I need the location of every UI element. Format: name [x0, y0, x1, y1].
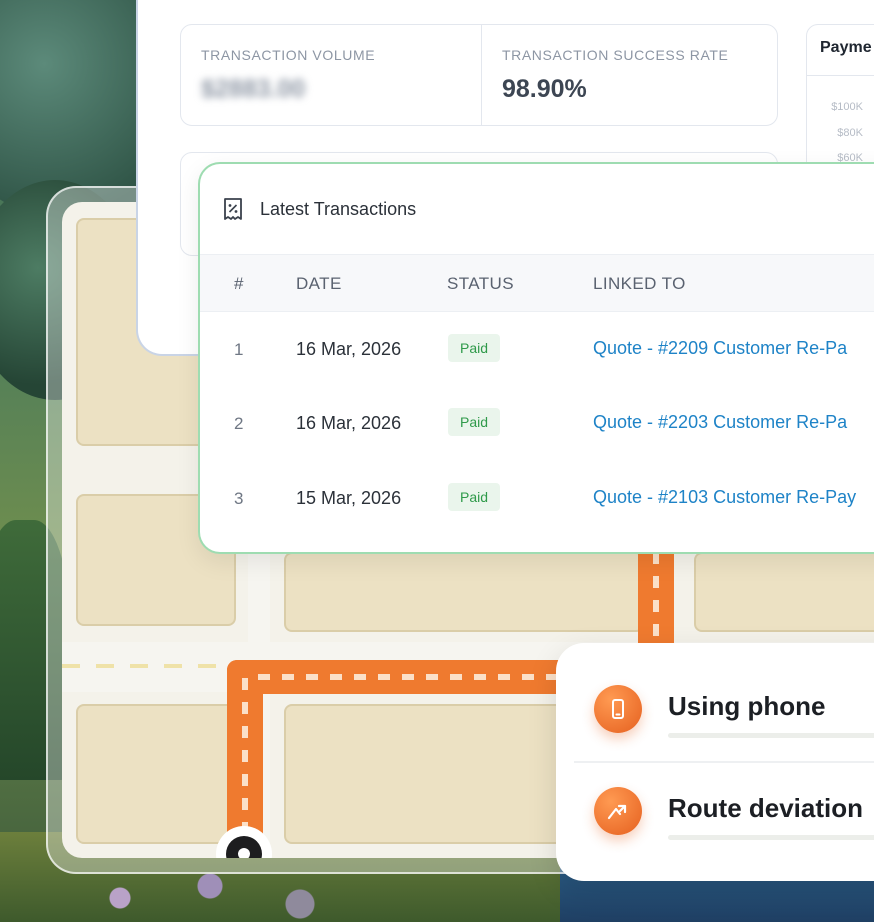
linked-quote-link[interactable]: Quote - #2209 Customer Re-Pa [593, 338, 847, 359]
route-icon [594, 787, 642, 835]
status-badge: Paid [448, 334, 501, 362]
status-badge: Paid [448, 483, 501, 511]
status-badge: Paid [448, 408, 501, 436]
stat-value: $2883.00 [201, 75, 306, 103]
stat-label: TRANSACTION SUCCESS RATE [502, 47, 729, 63]
stat-label: TRANSACTION VOLUME [201, 47, 376, 63]
phone-icon [594, 685, 642, 733]
stats-card: TRANSACTION VOLUME $2883.00 TRANSACTION … [180, 24, 778, 126]
table-header: # DATE STATUS LINKED TO [200, 254, 874, 312]
map-block [694, 552, 874, 632]
stat-value: 98.90% [502, 75, 587, 103]
map-block [284, 552, 644, 632]
row-date: 16 Mar, 2026 [296, 339, 402, 359]
chart-title: Payme [820, 39, 872, 56]
alert-label: Route deviation [668, 793, 864, 823]
alert-label: Using phone [668, 691, 826, 721]
row-number: 1 [234, 340, 244, 359]
latest-transactions-card: Latest Transactions # DATE STATUS LINKED… [198, 162, 874, 554]
table-row: 1 16 Mar, 2026 Paid Quote - #2209 Custom… [200, 312, 874, 386]
alert-bar [668, 835, 874, 840]
alert-bar [668, 733, 874, 738]
transaction-success-rate-stat: TRANSACTION SUCCESS RATE 98.90% [481, 25, 779, 125]
column-header-number: # [234, 274, 244, 293]
row-number: 3 [234, 489, 244, 508]
map-block [76, 704, 236, 844]
driver-alerts-card: Using phone Route deviation [556, 643, 874, 881]
table-row: 3 15 Mar, 2026 Paid Quote - #2103 Custom… [200, 461, 874, 535]
y-tick-label: $80K [837, 127, 863, 139]
linked-quote-link[interactable]: Quote - #2103 Customer Re-Pay [593, 487, 856, 508]
payments-chart-card: Payme $100K $80K $60K [806, 24, 874, 174]
row-date: 15 Mar, 2026 [296, 488, 402, 508]
y-tick-label: $100K [831, 101, 863, 113]
column-header-status: STATUS [447, 274, 514, 293]
row-number: 2 [234, 414, 244, 433]
alert-using-phone[interactable]: Using phone [556, 657, 874, 765]
card-title: Latest Transactions [260, 198, 417, 219]
table-row: 2 16 Mar, 2026 Paid Quote - #2203 Custom… [200, 386, 874, 460]
column-header-linked-to: LINKED TO [593, 274, 686, 293]
linked-quote-link[interactable]: Quote - #2203 Customer Re-Pa [593, 412, 847, 433]
column-header-date: DATE [296, 274, 342, 293]
card-header: Latest Transactions [200, 164, 874, 254]
receipt-icon [224, 198, 242, 220]
transaction-volume-stat: TRANSACTION VOLUME $2883.00 [181, 25, 481, 125]
alert-route-deviation[interactable]: Route deviation [556, 759, 874, 867]
row-date: 16 Mar, 2026 [296, 413, 402, 433]
